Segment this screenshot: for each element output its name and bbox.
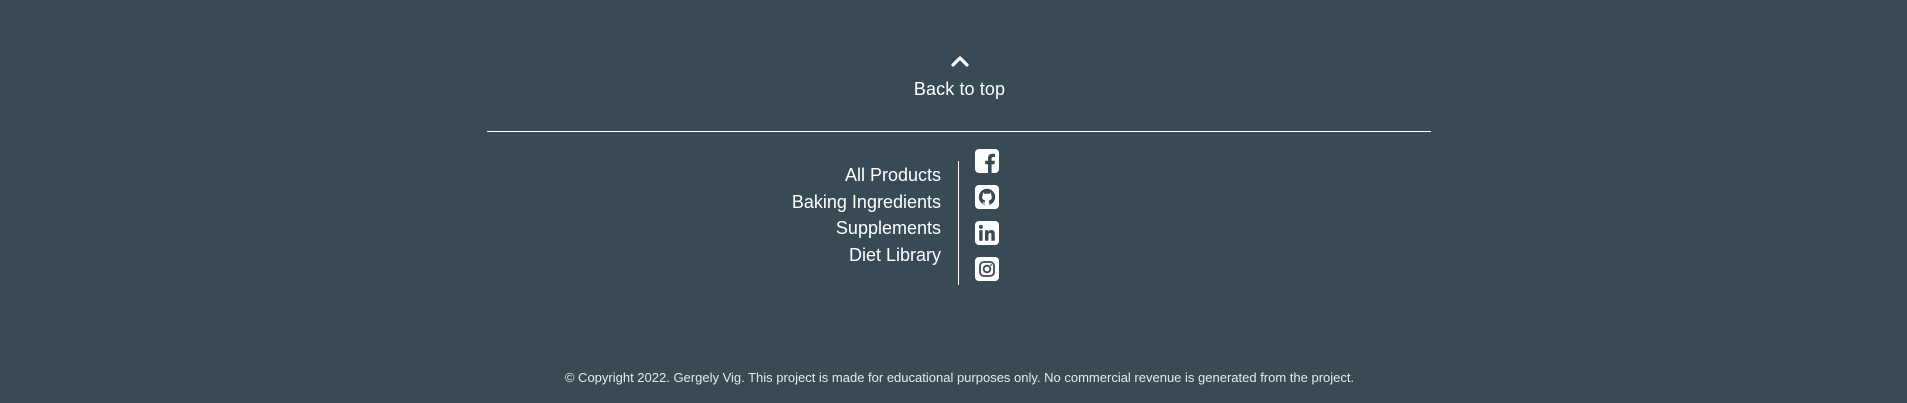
footer-nav: All Products Baking Ingredients Suppleme… <box>792 162 941 268</box>
github-icon <box>975 185 999 209</box>
footer-divider <box>487 131 1431 132</box>
instagram-icon <box>975 257 999 281</box>
linkedin-link[interactable] <box>975 221 999 245</box>
site-footer: Back to top All Products Baking Ingredie… <box>0 0 1907 403</box>
copyright-text: © Copyright 2022. Gergely Vig. This proj… <box>564 370 1355 385</box>
back-to-top-label: Back to top <box>913 79 1006 99</box>
footer-link-baking-ingredients[interactable]: Baking Ingredients <box>792 189 941 216</box>
back-to-top-link[interactable]: Back to top <box>0 54 1907 99</box>
github-link[interactable] <box>975 185 999 209</box>
instagram-link[interactable] <box>975 257 999 281</box>
footer-link-diet-library[interactable]: Diet Library <box>792 242 941 269</box>
footer-link-all-products[interactable]: All Products <box>792 162 941 189</box>
facebook-icon <box>975 149 999 173</box>
footer-link-supplements[interactable]: Supplements <box>792 215 941 242</box>
footer-vertical-divider <box>958 161 959 285</box>
chevron-up-icon <box>950 56 969 67</box>
facebook-link[interactable] <box>975 149 999 173</box>
linkedin-icon <box>975 221 999 245</box>
social-links <box>975 149 999 293</box>
